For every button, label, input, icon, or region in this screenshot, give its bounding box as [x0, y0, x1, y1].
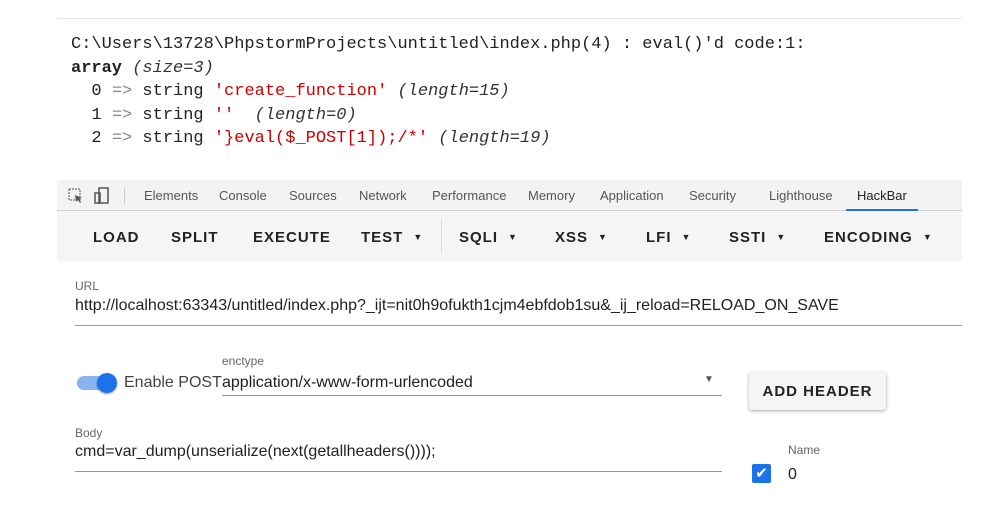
tab-elements[interactable]: Elements: [144, 188, 198, 203]
inspect-icon[interactable]: [68, 188, 84, 204]
row-value: '': [213, 105, 235, 125]
row-length: (length=15): [397, 82, 510, 101]
array-size: (size=3): [132, 58, 214, 78]
tab-performance[interactable]: Performance: [432, 188, 506, 203]
caret-down-icon: ▼: [598, 232, 608, 242]
lfi-label: LFI: [646, 229, 672, 246]
tab-memory[interactable]: Memory: [528, 188, 575, 203]
devtools-tabbar: Elements Console Sources Network Perform…: [57, 180, 962, 211]
caret-down-icon: ▼: [776, 232, 787, 242]
row-length: (length=0): [254, 105, 357, 125]
enable-post-label: Enable POST: [124, 374, 222, 391]
tab-application[interactable]: Application: [600, 188, 664, 203]
header-checkbox[interactable]: ✔: [752, 464, 771, 483]
row-length: (length=19): [438, 129, 551, 148]
divider: [57, 18, 962, 19]
row-index: 2: [91, 129, 102, 148]
execute-button[interactable]: EXECUTE: [253, 229, 331, 246]
php-output: C:\Users\13728\PhpstormProjects\untitled…: [71, 33, 806, 151]
test-label: TEST: [361, 229, 404, 246]
url-underline: [75, 325, 962, 326]
add-header-button[interactable]: ADD HEADER: [749, 372, 886, 410]
test-menu[interactable]: TEST ▼: [361, 229, 423, 246]
load-button[interactable]: LOAD: [93, 229, 140, 246]
arrow: =>: [111, 129, 133, 148]
separator: [441, 218, 442, 254]
sqli-label: SQLI: [459, 229, 499, 246]
caret-down-icon: ▼: [508, 232, 518, 242]
xss-menu[interactable]: XSS ▼: [555, 229, 608, 246]
row-index: 1: [91, 105, 102, 125]
tab-lighthouse[interactable]: Lighthouse: [769, 188, 833, 203]
body-input[interactable]: cmd=var_dump(unserialize(next(getallhead…: [75, 443, 436, 461]
ssti-label: SSTI: [729, 229, 767, 246]
url-input[interactable]: http://localhost:63343/untitled/index.ph…: [75, 297, 839, 315]
tab-console[interactable]: Console: [219, 188, 267, 203]
array-keyword: array: [71, 58, 123, 78]
row-type: string: [142, 105, 204, 125]
caret-down-icon: ▼: [413, 232, 424, 242]
body-label: Body: [75, 426, 103, 440]
row-type: string: [142, 129, 204, 148]
caret-down-icon: ▼: [681, 232, 692, 242]
header-name[interactable]: 0: [788, 466, 797, 484]
encoding-menu[interactable]: ENCODING ▼: [824, 229, 933, 246]
enctype-underline: [222, 395, 722, 396]
split-button[interactable]: SPLIT: [171, 229, 219, 246]
xss-label: XSS: [555, 229, 589, 246]
encoding-label: ENCODING: [824, 229, 913, 246]
dropdown-arrow-icon[interactable]: ▼: [704, 374, 714, 385]
lfi-menu[interactable]: LFI ▼: [646, 229, 691, 246]
device-toolbar-icon[interactable]: [94, 187, 110, 205]
enctype-label: enctype: [222, 354, 265, 368]
tab-sources[interactable]: Sources: [289, 188, 337, 203]
body-underline: [75, 471, 722, 472]
row-value: '}eval($_POST[1]);/*': [213, 129, 429, 148]
tab-hackbar[interactable]: HackBar: [846, 188, 918, 211]
tab-security[interactable]: Security: [689, 188, 736, 203]
arrow: =>: [111, 105, 133, 125]
separator: [124, 187, 125, 204]
hackbar-toolbar: LOAD SPLIT EXECUTE TEST ▼ SQLI ▼ XSS ▼ LFI ▼…: [57, 211, 962, 261]
caret-down-icon: ▼: [922, 232, 933, 242]
arrow: =>: [111, 82, 133, 101]
tab-network[interactable]: Network: [359, 188, 407, 203]
row-type: string: [142, 82, 204, 101]
toggle-knob[interactable]: [97, 373, 117, 393]
row-index: 0: [91, 82, 102, 101]
enctype-select[interactable]: application/x-www-form-urlencoded: [222, 374, 473, 392]
ssti-menu[interactable]: SSTI ▼: [729, 229, 786, 246]
url-label: URL: [75, 279, 100, 293]
output-header: C:\Users\13728\PhpstormProjects\untitled…: [71, 35, 806, 54]
sqli-menu[interactable]: SQLI ▼: [459, 229, 518, 246]
row-value: 'create_function': [213, 82, 388, 101]
name-column-label: Name: [788, 443, 821, 457]
